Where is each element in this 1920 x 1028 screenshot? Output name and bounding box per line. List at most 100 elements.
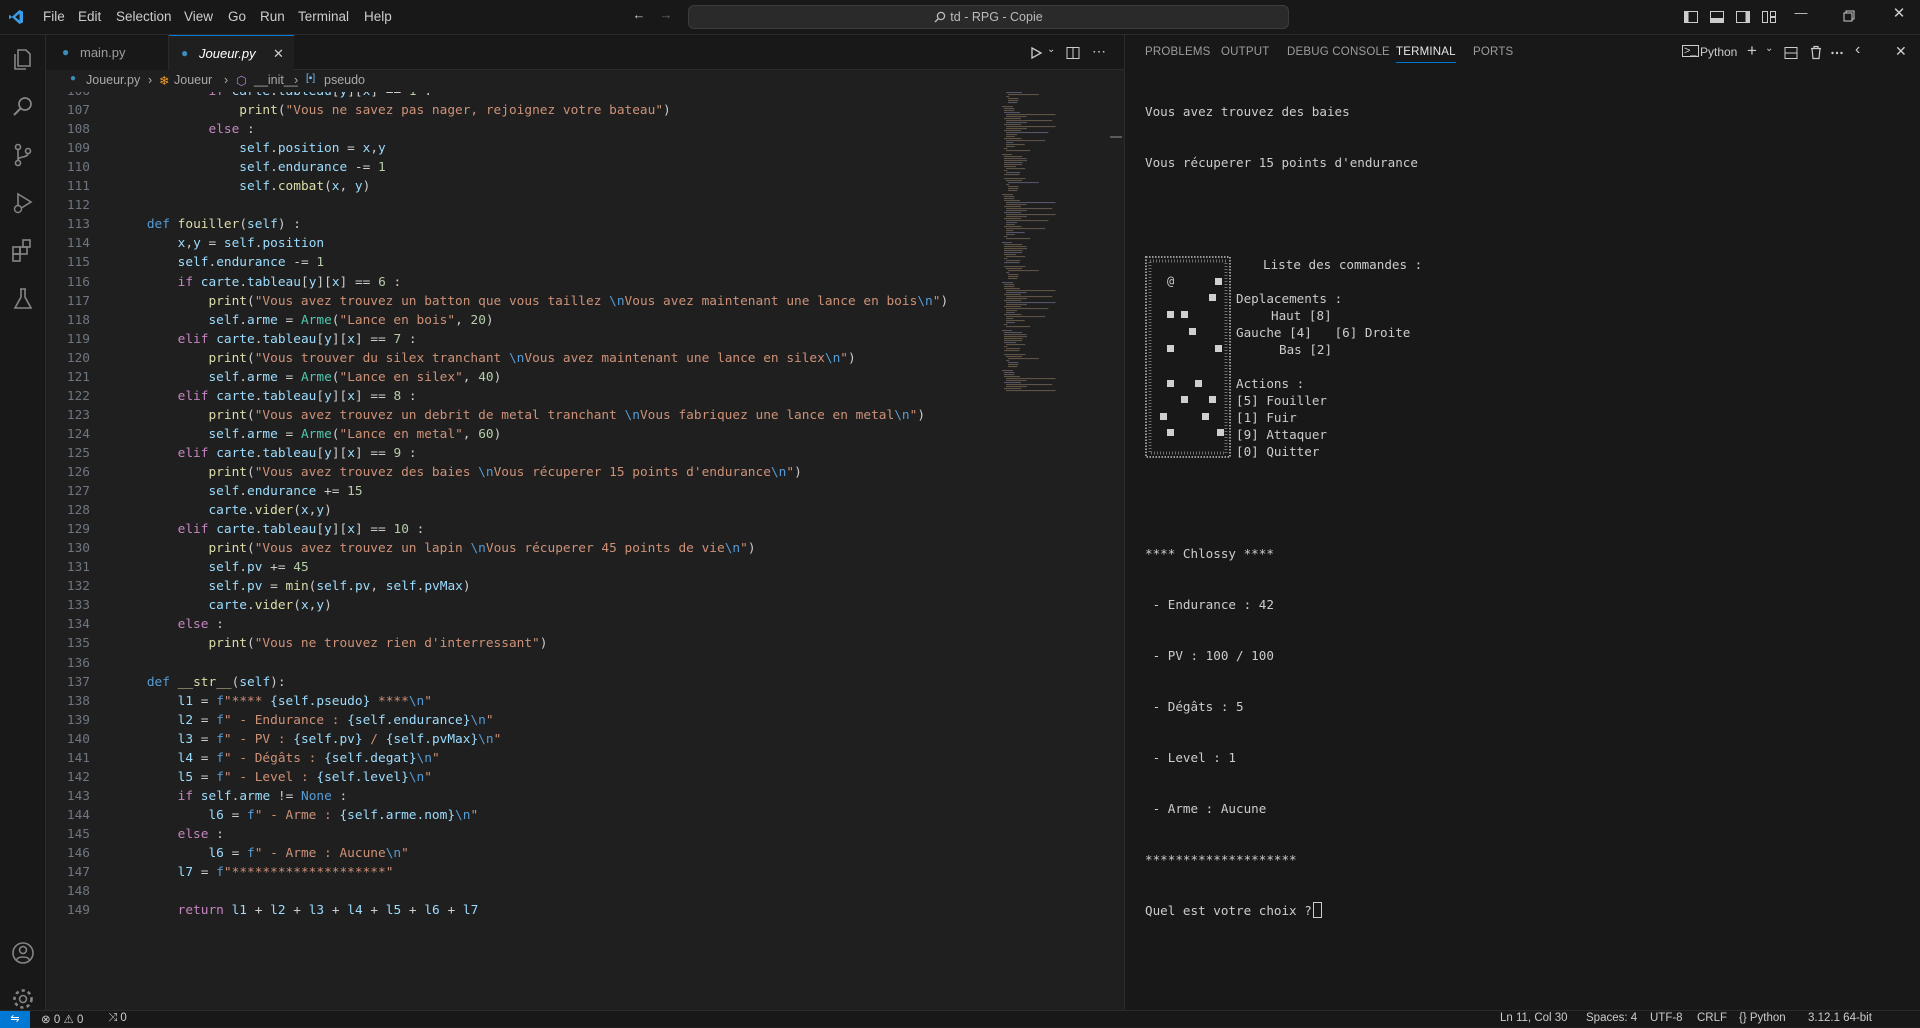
code-line[interactable]: self.pv += 45 (116, 560, 308, 575)
code-line[interactable]: print("Vous trouver du silex tranchant \… (116, 351, 855, 366)
code-line[interactable]: else : (116, 617, 224, 632)
code-line[interactable]: l6 = f" - Arme : {self.arme.nom}\n" (116, 808, 478, 823)
breadcrumb-class[interactable]: Joueur (174, 73, 212, 87)
run-dropdown-chevron-icon[interactable]: ⌄ (1047, 44, 1055, 55)
toggle-sidebar-icon[interactable] (1683, 9, 1699, 25)
code-line[interactable]: l6 = f" - Arme : Aucune\n" (116, 846, 408, 861)
tab-main-py[interactable]: ● main.py (46, 35, 169, 70)
language-mode[interactable]: {} Python (1739, 1012, 1786, 1024)
code-line[interactable]: print("Vous avez trouvez un debrit de me… (116, 408, 925, 423)
code-line[interactable]: carte.vider(x,y) (116, 598, 331, 613)
problems-status[interactable]: ⊗ 0 ⚠ 0 (41, 1012, 83, 1026)
code-line[interactable]: self.arme = Arme("Lance en silex", 40) (116, 370, 501, 385)
terminal-dropdown-chevron-icon[interactable]: ⌄ (1765, 43, 1773, 54)
code-line[interactable]: l4 = f" - Dégâts : {self.degat}\n" (116, 751, 440, 766)
python-interpreter[interactable]: 3.12.1 64-bit (1808, 1012, 1872, 1024)
code-line[interactable]: if carte.tableau[y][x] == 1 : (116, 92, 432, 99)
code-line[interactable]: print("Vous avez trouvez un batton que v… (116, 294, 948, 309)
code-line[interactable]: l1 = f"**** {self.pseudo} ****\n" (116, 694, 432, 709)
close-window-icon[interactable]: ✕ (1892, 6, 1906, 21)
code-line[interactable]: print("Vous ne savez pas nager, rejoigne… (116, 103, 670, 118)
command-center-search[interactable]: td - RPG - Copie (688, 5, 1289, 29)
menu-view[interactable]: View (184, 9, 213, 24)
tab-output[interactable]: OUTPUT (1221, 46, 1269, 58)
accounts-icon[interactable] (9, 939, 37, 967)
toggle-secondary-sidebar-icon[interactable] (1735, 9, 1751, 25)
breadcrumb-file[interactable]: Joueur.py (86, 73, 140, 87)
code-line[interactable]: if self.arme != None : (116, 789, 348, 804)
back-arrow-icon[interactable]: ← (632, 8, 646, 22)
explorer-icon[interactable] (9, 45, 37, 73)
close-panel-icon[interactable]: ✕ (1895, 43, 1907, 60)
code-line[interactable]: self.endurance += 15 (116, 484, 362, 499)
menu-file[interactable]: File (43, 9, 65, 24)
code-line[interactable]: elif carte.tableau[y][x] == 10 : (116, 522, 425, 537)
code-line[interactable]: def __str__(self): (116, 675, 286, 690)
run-python-file-icon[interactable] (1029, 46, 1043, 60)
code-line[interactable]: l3 = f" - PV : {self.pv} / {self.pvMax}\… (116, 732, 502, 747)
code-line[interactable]: else : (116, 122, 254, 137)
breadcrumb-field[interactable]: pseudo (324, 73, 365, 87)
code-line[interactable]: carte.vider(x,y) (116, 503, 331, 518)
breadcrumb-method[interactable]: __init__ (254, 73, 298, 87)
code-line[interactable]: def fouiller(self) : (116, 217, 301, 232)
code-line[interactable]: self.arme = Arme("Lance en metal", 60) (116, 427, 501, 442)
code-line[interactable]: self.endurance -= 1 (116, 255, 324, 270)
chevron-left-icon[interactable]: ‹ (1855, 41, 1860, 59)
code-line[interactable]: self.combat(x, y) (116, 179, 370, 194)
code-line[interactable]: self.pv = min(self.pv, self.pvMax) (116, 579, 470, 594)
end-of-line[interactable]: CRLF (1697, 1012, 1727, 1024)
toggle-panel-icon[interactable] (1709, 9, 1725, 25)
indentation[interactable]: Spaces: 4 (1586, 1012, 1637, 1024)
restore-icon[interactable] (1843, 10, 1855, 22)
kill-terminal-trash-icon[interactable] (1809, 45, 1823, 60)
close-tab-icon[interactable]: ✕ (273, 36, 284, 71)
code-line[interactable]: print("Vous avez trouvez un lapin \nVous… (116, 541, 755, 556)
terminal-output[interactable]: Vous avez trouvez des baies Vous récuper… (1145, 69, 1905, 953)
customize-layout-icon[interactable] (1761, 9, 1777, 25)
code-line[interactable]: l2 = f" - Endurance : {self.endurance}\n… (116, 713, 494, 728)
code-line[interactable]: self.position = x,y (116, 141, 385, 156)
panel-more-icon[interactable] (1830, 46, 1844, 60)
menu-selection[interactable]: Selection (116, 9, 172, 24)
code-line[interactable]: else : (116, 827, 224, 842)
terminal-prompt-line[interactable]: Quel est votre choix ? (1145, 902, 1905, 919)
ports-status[interactable]: ⤨ 0 (108, 1012, 127, 1025)
menu-go[interactable]: Go (228, 9, 246, 24)
code-line[interactable]: print("Vous ne trouvez rien d'interressa… (116, 636, 547, 651)
tab-terminal[interactable]: TERMINAL (1396, 46, 1456, 63)
extensions-icon[interactable] (9, 237, 37, 265)
encoding[interactable]: UTF-8 (1650, 1012, 1683, 1024)
testing-icon[interactable] (9, 285, 37, 313)
forward-arrow-icon[interactable]: → (659, 8, 673, 22)
tab-debug-console[interactable]: DEBUG CONSOLE (1287, 46, 1390, 58)
run-debug-icon[interactable] (9, 189, 37, 217)
code-line[interactable]: return l1 + l2 + l3 + l4 + l5 + l6 + l7 (116, 903, 479, 918)
minimize-icon[interactable]: — (1794, 6, 1808, 20)
code-line[interactable]: x,y = self.position (116, 236, 324, 251)
code-line[interactable]: l5 = f" - Level : {self.level}\n" (116, 770, 432, 785)
cursor-position[interactable]: Ln 11, Col 30 (1500, 1012, 1568, 1024)
split-editor-icon[interactable] (1066, 46, 1080, 60)
menu-edit[interactable]: Edit (78, 9, 101, 24)
tab-ports[interactable]: PORTS (1473, 46, 1513, 58)
tab-problems[interactable]: PROBLEMS (1145, 46, 1211, 58)
code-line[interactable]: self.endurance -= 1 (116, 160, 385, 175)
menu-terminal[interactable]: Terminal (298, 9, 349, 24)
code-line[interactable]: print("Vous avez trouvez des baies \nVou… (116, 465, 801, 480)
code-line[interactable]: self.arme = Arme("Lance en bois", 20) (116, 313, 493, 328)
menu-run[interactable]: Run (260, 9, 285, 24)
code-editor[interactable]: 106 if carte.tableau[y][x] == 1 : 107 pri… (46, 92, 1124, 1010)
new-terminal-icon[interactable]: + (1747, 41, 1757, 61)
search-icon[interactable] (9, 93, 37, 121)
code-line[interactable]: l7 = f"********************" (116, 865, 394, 880)
menu-help[interactable]: Help (364, 9, 392, 24)
terminal-shell-name[interactable]: Python (1700, 45, 1737, 59)
source-control-icon[interactable] (9, 141, 37, 169)
more-actions-icon[interactable]: ⋯ (1092, 43, 1106, 60)
split-terminal-icon[interactable] (1784, 46, 1798, 60)
code-line[interactable]: elif carte.tableau[y][x] == 8 : (116, 389, 417, 404)
tab-joueur-py[interactable]: ● Joueur.py ✕ (169, 35, 294, 70)
code-line[interactable]: elif carte.tableau[y][x] == 7 : (116, 332, 417, 347)
code-line[interactable]: if carte.tableau[y][x] == 6 : (116, 275, 402, 290)
